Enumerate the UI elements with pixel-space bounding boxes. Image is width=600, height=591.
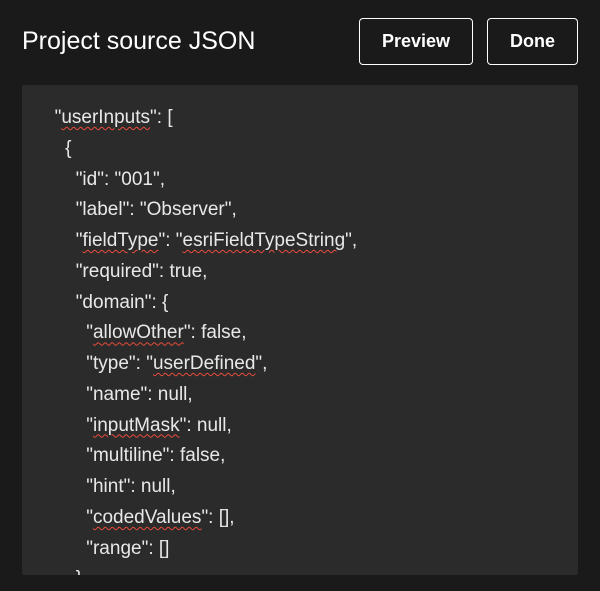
code-line: "multiline": false, <box>44 441 556 472</box>
preview-button[interactable]: Preview <box>359 18 473 65</box>
code-line: "required": true, <box>44 257 556 288</box>
code-line: "fieldType": "esriFieldTypeString", <box>44 226 556 257</box>
code-content: "userInputs": [ { "id": "001", "label": … <box>44 103 556 575</box>
code-line: "name": null, <box>44 380 556 411</box>
code-line: { <box>44 134 556 165</box>
code-line: "userInputs": [ <box>44 103 556 134</box>
page-title: Project source JSON <box>22 27 255 56</box>
code-line: "allowOther": false, <box>44 318 556 349</box>
code-line: "range": [] <box>44 534 556 565</box>
code-line: "codedValues": [], <box>44 503 556 534</box>
code-line: "id": "001", <box>44 165 556 196</box>
code-line: "inputMask": null, <box>44 411 556 442</box>
code-line: "type": "userDefined", <box>44 349 556 380</box>
code-line: "label": "Observer", <box>44 195 556 226</box>
code-line: }, <box>44 564 556 575</box>
done-button[interactable]: Done <box>487 18 578 65</box>
code-line: "domain": { <box>44 288 556 319</box>
header: Project source JSON Preview Done <box>0 0 600 85</box>
code-editor[interactable]: "userInputs": [ { "id": "001", "label": … <box>22 85 578 575</box>
code-line: "hint": null, <box>44 472 556 503</box>
header-buttons: Preview Done <box>359 18 578 65</box>
